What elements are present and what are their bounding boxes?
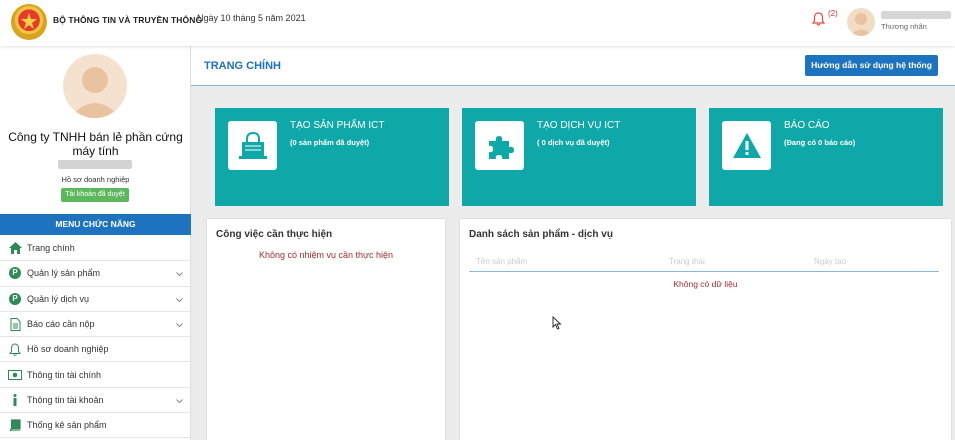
notification-count-badge[interactable]: (2) — [828, 9, 838, 18]
sidebar-item-finance[interactable]: Thông tin tài chính — [0, 362, 191, 388]
products-panel-title: Danh sách sản phẩm - dịch vụ — [469, 229, 613, 240]
top-header: BỘ THÔNG TIN VÀ TRUYỀN THÔNG Ngày 10 thá… — [0, 0, 955, 46]
tasks-panel-title: Công việc cần thực hiện — [216, 229, 333, 240]
tile-subtitle: (Đang có 0 báo cáo) — [784, 138, 856, 147]
bell-icon — [8, 342, 22, 356]
national-emblem-logo[interactable] — [11, 4, 47, 40]
main-content: TRANG CHÍNH Hướng dẫn sử dụng hệ thống T… — [191, 46, 955, 440]
sidebar-item-label: Quản lý sản phẩm — [27, 268, 101, 279]
company-name: Công ty TNHH bán lẻ phần cứng máy tính — [8, 130, 183, 158]
mouse-cursor-icon — [552, 315, 562, 333]
tasks-empty-message: Không có nhiệm vụ cần thực hiện — [258, 250, 394, 260]
p-circle-icon: P — [8, 292, 22, 306]
sidebar-item-business-profile[interactable]: Hồ sơ doanh nghiệp — [0, 337, 191, 363]
column-header-status[interactable]: Trạng thái — [669, 257, 705, 266]
sidebar-item-label: Thống kê sản phẩm — [27, 420, 107, 431]
document-icon — [8, 317, 22, 331]
page-title: TRANG CHÍNH — [204, 60, 281, 72]
sidebar-item-home[interactable]: Trang chính — [0, 236, 191, 262]
p-circle-icon: P — [8, 266, 22, 280]
info-icon — [8, 393, 22, 407]
no-data-message: Không có dữ liệu — [673, 279, 738, 289]
notification-bell-icon[interactable] — [811, 12, 826, 29]
book-icon — [8, 418, 22, 432]
sidebar-item-account[interactable]: Thông tin tài khoản — [0, 388, 191, 414]
chevron-down-icon[interactable] — [176, 320, 183, 330]
sidebar-item-label: Thông tin tài khoản — [27, 394, 104, 405]
chevron-down-icon[interactable] — [176, 396, 183, 406]
sidebar-item-products[interactable]: P Quản lý sản phẩm — [0, 261, 191, 287]
tile-title: TẠO SẢN PHẨM ICT — [290, 120, 385, 131]
chevron-down-icon[interactable] — [176, 269, 183, 279]
sidebar-item-reports[interactable]: Báo cáo cần nộp — [0, 312, 191, 338]
shopping-bag-icon — [228, 121, 277, 170]
profile-label[interactable]: Hồ sơ doanh nghiệp — [0, 175, 191, 184]
tile-subtitle: ( 0 dịch vụ đã duyệt) — [537, 138, 610, 147]
sidebar-item-product-stats[interactable]: Thống kê sản phẩm — [0, 413, 191, 439]
sidebar-item-label: Báo cáo cần nộp — [27, 319, 95, 330]
user-guide-button[interactable]: Hướng dẫn sử dụng hệ thống — [805, 55, 938, 76]
money-icon — [8, 368, 22, 382]
create-ict-product-tile[interactable]: TẠO SẢN PHẨM ICT (0 sản phẩm đã duyệt) — [215, 108, 449, 206]
tile-title: BÁO CÁO — [784, 120, 830, 131]
org-name: BỘ THÔNG TIN VÀ TRUYỀN THÔNG — [53, 15, 203, 25]
user-avatar[interactable] — [847, 8, 875, 36]
side-menu: Trang chính P Quản lý sản phẩm P Quản lý… — [0, 236, 191, 439]
puzzle-icon — [475, 121, 524, 170]
sidebar-item-label: Quản lý dịch vụ — [27, 293, 90, 304]
company-avatar — [63, 54, 127, 118]
column-header-name[interactable]: Tên sản phẩm — [476, 257, 527, 266]
sidebar: Công ty TNHH bán lẻ phần cứng máy tính H… — [0, 46, 191, 440]
table-header-divider — [469, 271, 939, 272]
company-id-redacted — [58, 160, 132, 169]
reports-tile[interactable]: BÁO CÁO (Đang có 0 báo cáo) — [709, 108, 943, 206]
tile-title: TẠO DỊCH VỤ ICT — [537, 120, 621, 131]
tasks-panel: Công việc cần thực hiện Không có nhiệm v… — [207, 219, 445, 440]
column-header-created[interactable]: Ngày tạo — [814, 257, 846, 266]
verified-status-badge: Tài khoản đã duyệt — [61, 188, 129, 202]
home-icon — [8, 241, 22, 255]
tile-subtitle: (0 sản phẩm đã duyệt) — [290, 138, 370, 147]
user-name-redacted[interactable] — [881, 11, 951, 19]
user-role[interactable]: Thương nhân — [881, 22, 927, 31]
current-date: Ngày 10 tháng 5 năm 2021 — [197, 13, 306, 23]
sidebar-item-label: Hồ sơ doanh nghiệp — [27, 344, 109, 355]
sidebar-item-label: Thông tin tài chính — [27, 369, 102, 380]
sidebar-item-services[interactable]: P Quản lý dịch vụ — [0, 287, 191, 312]
create-ict-service-tile[interactable]: TẠO DỊCH VỤ ICT ( 0 dịch vụ đã duyệt) — [462, 108, 696, 206]
sidebar-item-label: Trang chính — [27, 243, 75, 254]
warning-icon — [722, 121, 771, 170]
chevron-down-icon[interactable] — [176, 295, 183, 305]
page-header: TRANG CHÍNH Hướng dẫn sử dụng hệ thống — [191, 46, 955, 86]
products-services-panel: Danh sách sản phẩm - dịch vụ Tên sản phẩ… — [460, 219, 951, 440]
menu-title: MENU CHỨC NĂNG — [0, 214, 191, 235]
